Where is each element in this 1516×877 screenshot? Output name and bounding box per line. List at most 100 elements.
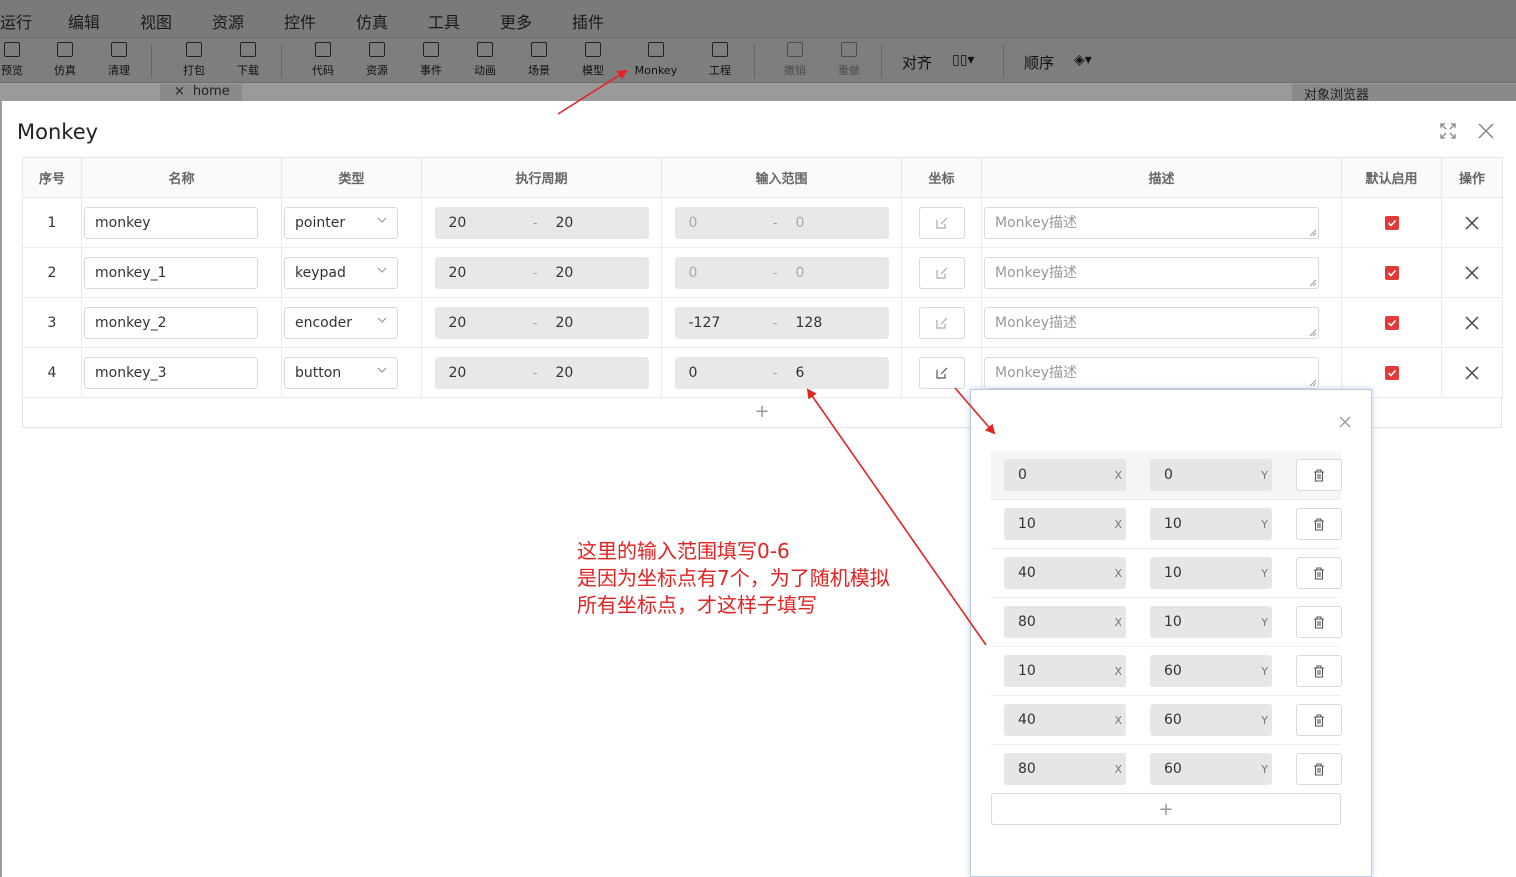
align-dropdown[interactable]: ▯▯▾ [952,52,974,68]
coord-x-input[interactable]: 80 X [1004,606,1126,638]
period-min-input[interactable]: 20- [434,356,542,389]
tool-model[interactable]: 模型 [567,42,619,78]
menu-tools[interactable]: 工具 [428,9,460,33]
description-textarea[interactable]: Monkey描述 [984,306,1319,339]
name-input[interactable]: monkey_1 [84,256,258,289]
edit-coords-button[interactable] [918,356,965,389]
tool-events[interactable]: 事件 [405,42,457,78]
range-min-input[interactable]: 0- [674,256,782,289]
coord-y-input[interactable]: 10 Y [1150,508,1272,540]
coord-y-input[interactable]: 10 Y [1150,557,1272,589]
description-textarea[interactable]: Monkey描述 [984,206,1319,239]
range-min-input[interactable]: -127- [674,306,782,339]
period-max-input[interactable]: 20 [541,256,649,289]
menu-resources[interactable]: 资源 [212,9,244,33]
enabled-checkbox[interactable] [1384,315,1399,330]
tool-preview[interactable]: 预览 [0,42,38,78]
coord-y-input[interactable]: 60 Y [1150,704,1272,736]
period-min-input[interactable]: 20- [434,306,542,339]
coord-x-input[interactable]: 10 X [1004,508,1126,540]
enabled-checkbox[interactable] [1384,215,1399,230]
tab-home[interactable]: × home [160,84,242,102]
coord-y-input[interactable]: 60 Y [1150,655,1272,687]
range-max-input[interactable]: 0 [781,206,889,239]
delete-point-button[interactable] [1296,557,1342,589]
range-max-input[interactable]: 0 [781,256,889,289]
delete-point-button[interactable] [1296,655,1342,687]
monkey-table: 序号 名称 类型 执行周期 输入范围 坐标 描述 默认启用 操作 1 monke… [22,157,1503,398]
description-textarea[interactable]: Monkey描述 [984,356,1319,389]
coord-x-input[interactable]: 80 X [1004,753,1126,785]
edit-icon [935,217,947,229]
coord-x-input[interactable]: 40 X [1004,704,1126,736]
edit-coords-button[interactable] [918,306,965,339]
coord-y-input[interactable]: 10 Y [1150,606,1272,638]
period-min-input[interactable]: 20- [434,206,542,239]
delete-point-button[interactable] [1296,704,1342,736]
close-icon[interactable] [1478,123,1494,139]
coord-y-input[interactable]: 60 Y [1150,753,1272,785]
type-select[interactable]: button [284,356,398,389]
delete-point-button[interactable] [1296,606,1342,638]
range-min-input[interactable]: 0- [674,206,782,239]
tool-monkey[interactable]: Monkey [630,42,682,78]
menu-more[interactable]: 更多 [500,9,532,33]
range-min-input[interactable]: 0- [674,356,782,389]
menu-view[interactable]: 视图 [140,9,172,33]
delete-point-button[interactable] [1296,508,1342,540]
name-input[interactable]: monkey_3 [84,356,258,389]
menu-plugins[interactable]: 插件 [572,9,604,33]
tool-undo[interactable]: 撤销 [769,42,821,78]
coord-x-input[interactable]: 40 X [1004,557,1126,589]
menu-widgets[interactable]: 控件 [284,9,316,33]
tool-scene[interactable]: 场景 [513,42,565,78]
close-icon[interactable]: × [174,84,185,99]
period-max-input[interactable]: 20 [541,306,649,339]
maximize-icon[interactable] [1440,123,1456,139]
close-icon[interactable] [1339,416,1351,428]
menu-simulation[interactable]: 仿真 [356,9,388,33]
resize-handle-icon[interactable] [1309,379,1317,387]
edit-coords-button[interactable] [918,256,965,289]
tool-simulate[interactable]: 仿真 [39,42,91,78]
menu-edit[interactable]: 编辑 [68,9,100,33]
resize-handle-icon[interactable] [1309,329,1317,337]
type-select[interactable]: keypad [284,256,398,289]
enabled-checkbox[interactable] [1384,265,1399,280]
delete-row-icon[interactable] [1465,365,1479,380]
annotation-note: 这里的输入范围填写0-6 是因为坐标点有7个，为了随机模拟 所有坐标点，才这样子… [577,538,890,619]
resize-handle-icon[interactable] [1309,229,1317,237]
tool-redo[interactable]: 重做 [823,42,875,78]
tool-resources[interactable]: 资源 [351,42,403,78]
delete-row-icon[interactable] [1465,315,1479,330]
tool-project[interactable]: 工程 [694,42,746,78]
period-max-input[interactable]: 20 [541,356,649,389]
delete-row-icon[interactable] [1465,265,1479,280]
type-select[interactable]: pointer [284,206,398,239]
tool-animation[interactable]: 动画 [459,42,511,78]
tool-clean[interactable]: 清理 [93,42,145,78]
tool-download[interactable]: 下载 [222,42,274,78]
layers-dropdown[interactable]: ◈▾ [1074,52,1092,68]
range-max-input[interactable]: 6 [781,356,889,389]
delete-point-button[interactable] [1296,459,1342,491]
type-select[interactable]: encoder [284,306,398,339]
add-point-button[interactable]: + [991,793,1341,825]
name-input[interactable]: monkey_2 [84,306,258,339]
period-min-input[interactable]: 20- [434,256,542,289]
tool-code[interactable]: 代码 [297,42,349,78]
coord-x-input[interactable]: 0X [1004,459,1126,491]
coord-x-input[interactable]: 10 X [1004,655,1126,687]
delete-point-button[interactable] [1296,753,1342,785]
tool-package[interactable]: 打包 [168,42,220,78]
enabled-checkbox[interactable] [1384,365,1399,380]
period-max-input[interactable]: 20 [541,206,649,239]
description-textarea[interactable]: Monkey描述 [984,256,1319,289]
delete-row-icon[interactable] [1465,215,1479,230]
coord-y-input[interactable]: 0Y [1150,459,1272,491]
name-input[interactable]: monkey [84,206,258,239]
edit-coords-button[interactable] [918,206,965,239]
resize-handle-icon[interactable] [1309,279,1317,287]
menu-run[interactable]: 运行 [0,9,32,33]
range-max-input[interactable]: 128 [781,306,889,339]
